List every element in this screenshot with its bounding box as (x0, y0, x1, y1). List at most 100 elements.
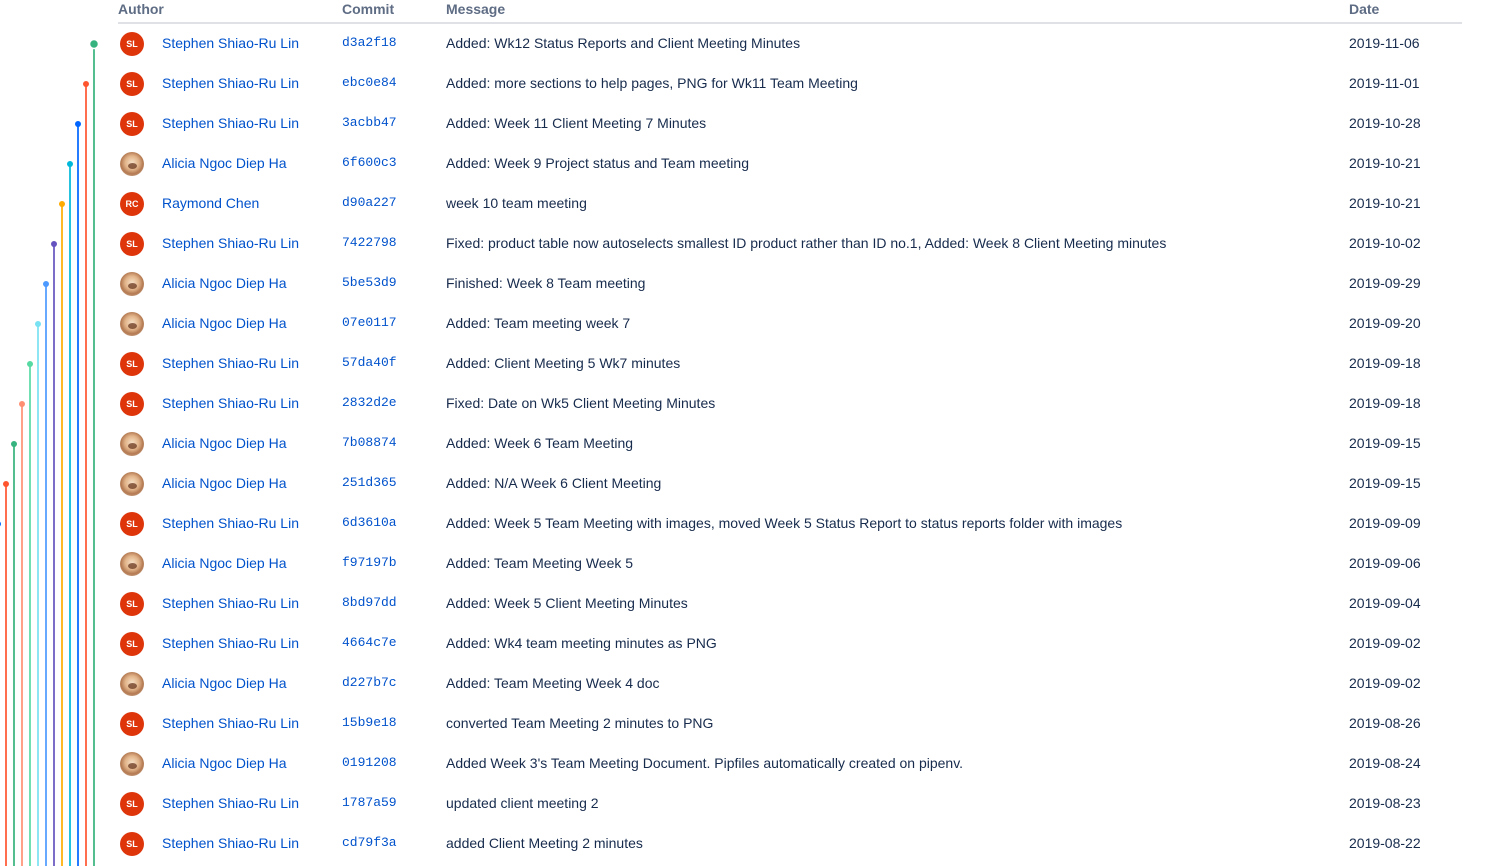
table-row[interactable]: SL Stephen Shiao-Ru Lin 7422798 Fixed: prod… (0, 224, 1495, 264)
author-link[interactable]: Alicia Ngoc Diep Ha (162, 435, 287, 451)
author-link[interactable]: Raymond Chen (162, 195, 259, 211)
commit-hash-link[interactable]: 3acbb47 (342, 115, 397, 130)
commit-hash-link[interactable]: 1787a59 (342, 795, 397, 810)
author-link[interactable]: Stephen Shiao-Ru Lin (162, 115, 299, 131)
author-link[interactable]: Alicia Ngoc Diep Ha (162, 315, 287, 331)
author-link[interactable]: Stephen Shiao-Ru Lin (162, 75, 299, 91)
author-link[interactable]: Stephen Shiao-Ru Lin (162, 635, 299, 651)
commit-date: 2019-09-02 (1349, 675, 1421, 691)
commit-date: 2019-11-01 (1349, 75, 1420, 91)
commit-hash-link[interactable]: 8bd97dd (342, 595, 397, 610)
avatar[interactable] (120, 312, 144, 336)
avatar[interactable] (120, 272, 144, 296)
commit-hash-link[interactable]: 57da40f (342, 355, 397, 370)
avatar[interactable]: SL (120, 792, 144, 816)
author-link[interactable]: Alicia Ngoc Diep Ha (162, 275, 287, 291)
author-link[interactable]: Stephen Shiao-Ru Lin (162, 355, 299, 371)
author-link[interactable]: Stephen Shiao-Ru Lin (162, 595, 299, 611)
commit-hash-link[interactable]: 4664c7e (342, 635, 397, 650)
table-row[interactable]: Alicia Ngoc Diep Ha d227b7c Added: Team Me… (0, 664, 1495, 704)
commit-hash-link[interactable]: d90a227 (342, 195, 397, 210)
avatar[interactable]: SL (120, 72, 144, 96)
author-link[interactable]: Stephen Shiao-Ru Lin (162, 395, 299, 411)
commit-message: Added: Team meeting week 7 (446, 315, 631, 331)
column-header-commit[interactable]: Commit (342, 1, 394, 17)
table-row[interactable]: SL Stephen Shiao-Ru Lin 15b9e18 converted T… (0, 704, 1495, 744)
commit-hash-link[interactable]: 251d365 (342, 475, 397, 490)
avatar[interactable]: SL (120, 112, 144, 136)
table-row[interactable]: SL Stephen Shiao-Ru Lin 2832d2e Fixed: Date… (0, 384, 1495, 424)
column-header-author[interactable]: Author (118, 1, 164, 17)
commit-message: converted Team Meeting 2 minutes to PNG (446, 715, 714, 731)
author-link[interactable]: Stephen Shiao-Ru Lin (162, 235, 299, 251)
commit-hash-link[interactable]: 7422798 (342, 235, 397, 250)
avatar[interactable]: SL (120, 832, 144, 856)
commit-hash-link[interactable]: 6f600c3 (342, 155, 397, 170)
commit-hash-link[interactable]: 5be53d9 (342, 275, 397, 290)
author-link[interactable]: Stephen Shiao-Ru Lin (162, 795, 299, 811)
table-row[interactable]: SL Stephen Shiao-Ru Lin d3a2f18 Added: Wk12… (0, 24, 1495, 64)
table-row[interactable]: SL Stephen Shiao-Ru Lin 3acbb47 Added: Week… (0, 104, 1495, 144)
table-row[interactable]: Alicia Ngoc Diep Ha 0191208 Added Week 3's… (0, 744, 1495, 784)
avatar[interactable] (120, 432, 144, 456)
commit-date: 2019-09-06 (1349, 555, 1421, 571)
commit-hash-link[interactable]: d3a2f18 (342, 35, 397, 50)
avatar[interactable] (120, 472, 144, 496)
avatar[interactable]: SL (120, 592, 144, 616)
author-link[interactable]: Alicia Ngoc Diep Ha (162, 755, 287, 771)
commit-hash-link[interactable]: 15b9e18 (342, 715, 397, 730)
commit-message: Added: Week 5 Client Meeting Minutes (446, 595, 688, 611)
author-link[interactable]: Stephen Shiao-Ru Lin (162, 835, 299, 851)
avatar[interactable]: SL (120, 32, 144, 56)
avatar[interactable] (120, 672, 144, 696)
table-row[interactable]: SL Stephen Shiao-Ru Lin 57da40f Added: Clie… (0, 344, 1495, 384)
commit-hash-link[interactable]: f97197b (342, 555, 397, 570)
avatar[interactable]: SL (120, 232, 144, 256)
commit-date: 2019-09-15 (1349, 435, 1421, 451)
table-row[interactable]: Alicia Ngoc Diep Ha 7b08874 Added: Week 6 … (0, 424, 1495, 464)
avatar[interactable] (120, 152, 144, 176)
avatar[interactable]: SL (120, 352, 144, 376)
author-link[interactable]: Stephen Shiao-Ru Lin (162, 515, 299, 531)
table-row[interactable]: SL Stephen Shiao-Ru Lin cd79f3a added Clien… (0, 824, 1495, 864)
table-row[interactable]: Alicia Ngoc Diep Ha 251d365 Added: N/A Wee… (0, 464, 1495, 504)
avatar[interactable]: SL (120, 712, 144, 736)
author-link[interactable]: Stephen Shiao-Ru Lin (162, 715, 299, 731)
author-link[interactable]: Stephen Shiao-Ru Lin (162, 35, 299, 51)
author-link[interactable]: Alicia Ngoc Diep Ha (162, 555, 287, 571)
table-row[interactable]: Alicia Ngoc Diep Ha 6f600c3 Added: Week 9 … (0, 144, 1495, 184)
table-row[interactable]: Alicia Ngoc Diep Ha 5be53d9 Finished: Week… (0, 264, 1495, 304)
commit-hash-link[interactable]: ebc0e84 (342, 75, 397, 90)
avatar[interactable]: SL (120, 632, 144, 656)
commit-hash-link[interactable]: 0191208 (342, 755, 397, 770)
avatar[interactable]: RC (120, 192, 144, 216)
commit-message: Added: Team Meeting Week 5 (446, 555, 634, 571)
commit-hash-link[interactable]: 6d3610a (342, 515, 397, 530)
table-row[interactable]: SL Stephen Shiao-Ru Lin 1787a59 updated cli… (0, 784, 1495, 824)
commit-hash-link[interactable]: 07e0117 (342, 315, 397, 330)
avatar[interactable]: SL (120, 392, 144, 416)
avatar[interactable] (120, 552, 144, 576)
author-link[interactable]: Alicia Ngoc Diep Ha (162, 475, 287, 491)
table-row[interactable]: SL Stephen Shiao-Ru Lin 8bd97dd Added: Week… (0, 584, 1495, 624)
commit-message: week 10 team meeting (446, 195, 587, 211)
table-row[interactable]: SL Stephen Shiao-Ru Lin 6d3610a Added: Week… (0, 504, 1495, 544)
author-link[interactable]: Alicia Ngoc Diep Ha (162, 675, 287, 691)
commit-date: 2019-08-23 (1349, 795, 1421, 811)
commit-hash-link[interactable]: d227b7c (342, 675, 397, 690)
table-row[interactable]: SL Stephen Shiao-Ru Lin ebc0e84 Added: more… (0, 64, 1495, 104)
table-row[interactable]: Alicia Ngoc Diep Ha 07e0117 Added: Team me… (0, 304, 1495, 344)
column-header-message[interactable]: Message (446, 1, 505, 17)
table-row[interactable]: Alicia Ngoc Diep Ha f97197b Added: Team Me… (0, 544, 1495, 584)
commit-hash-link[interactable]: 7b08874 (342, 435, 397, 450)
commit-hash-link[interactable]: 2832d2e (342, 395, 397, 410)
commit-hash-link[interactable]: cd79f3a (342, 835, 397, 850)
table-row[interactable]: SL Stephen Shiao-Ru Lin 4664c7e Added: Wk4 … (0, 624, 1495, 664)
avatar[interactable] (120, 752, 144, 776)
column-header-date[interactable]: Date (1349, 1, 1379, 17)
author-link[interactable]: Alicia Ngoc Diep Ha (162, 155, 287, 171)
avatar[interactable]: SL (120, 512, 144, 536)
table-header: Author Commit Message Date (118, 0, 1462, 24)
table-row[interactable]: RC Raymond Chen d90a227 week 10 team meetin… (0, 184, 1495, 224)
commit-date: 2019-10-21 (1349, 155, 1421, 171)
